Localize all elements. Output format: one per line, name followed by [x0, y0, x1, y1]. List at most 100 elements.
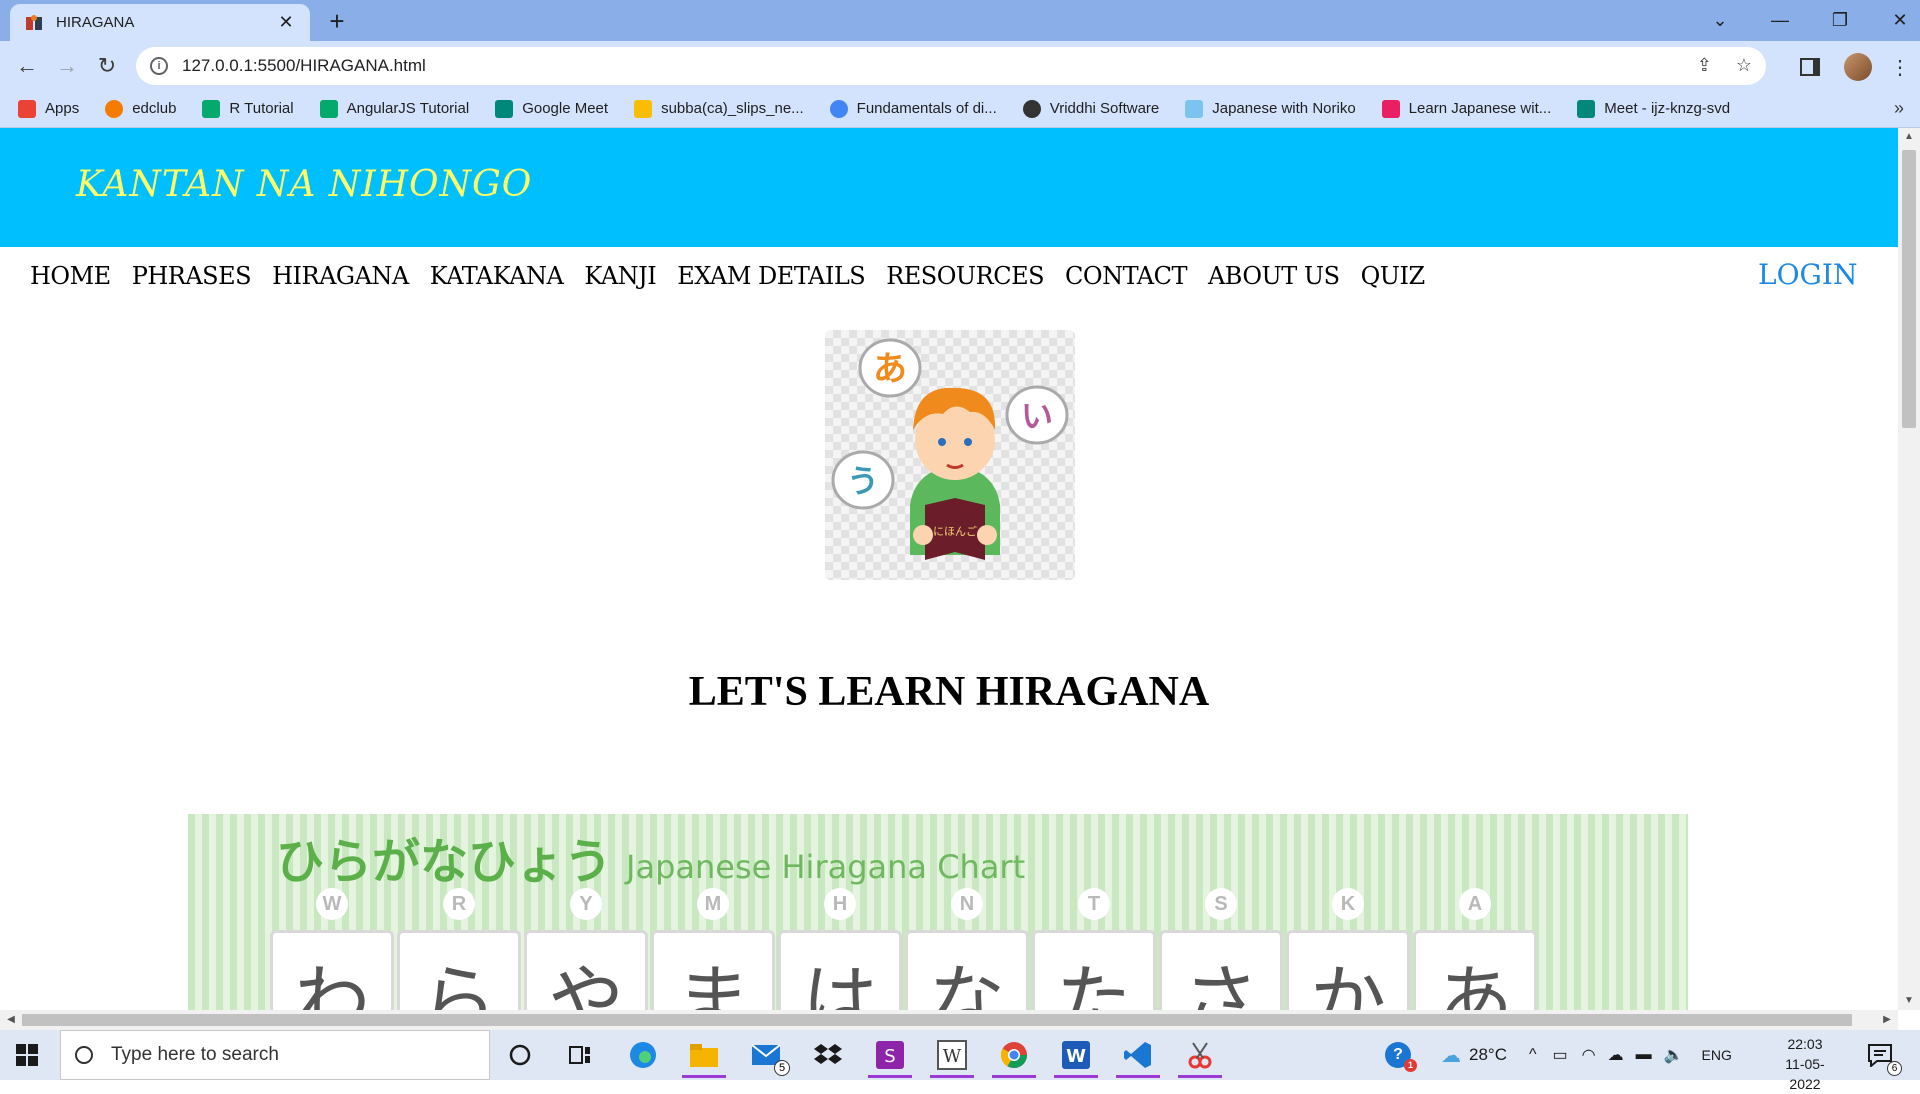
close-window-button[interactable]: ✕ — [1870, 10, 1920, 31]
new-tab-button[interactable]: + — [322, 6, 352, 36]
onenote-style-app-icon[interactable]: S — [868, 1038, 912, 1078]
bookmark-item[interactable]: R Tutorial — [202, 99, 294, 118]
apps-grid-icon — [18, 99, 36, 118]
file-explorer-icon[interactable] — [682, 1038, 726, 1078]
bookmark-item[interactable]: Vriddhi Software — [1022, 99, 1159, 118]
bookmark-label: edclub — [132, 100, 177, 117]
nav-phrases[interactable]: PHRASES — [132, 262, 252, 290]
tab-title: HIRAGANA — [56, 14, 135, 31]
chart-column: Rら — [397, 888, 521, 1010]
chart-kana-cell: か — [1286, 930, 1410, 1010]
bookmark-item[interactable]: Apps — [18, 99, 79, 118]
browser-tab-strip: HIRAGANA ✕ + ⌄ — ❐ ✕ — [0, 0, 1920, 41]
minimize-button[interactable]: — — [1750, 10, 1810, 31]
bookmark-item[interactable]: Fundamentals of di... — [829, 99, 997, 118]
scroll-left-arrow-icon[interactable]: ◀ — [2, 1010, 20, 1030]
bookmark-item[interactable]: Learn Japanese wit... — [1381, 99, 1551, 118]
reload-button[interactable]: ↻ — [92, 51, 122, 81]
word-icon[interactable]: W — [1054, 1038, 1098, 1078]
tab-search-icon[interactable]: ⌄ — [1690, 10, 1750, 31]
speech-bubble-u: う — [831, 450, 895, 510]
address-bar[interactable]: i 127.0.0.1:5500/HIRAGANA.html ⇪ ☆ — [136, 47, 1766, 85]
bookmark-item[interactable]: Google Meet — [495, 99, 608, 118]
bookmark-star-icon[interactable]: ☆ — [1736, 55, 1752, 76]
windows-start-icon[interactable] — [16, 1044, 38, 1066]
mail-icon[interactable]: 5 — [748, 1038, 790, 1076]
meet-now-icon[interactable]: ▭ — [1553, 1045, 1568, 1065]
chart-romaji-label: M — [697, 888, 729, 920]
scroll-down-arrow-icon[interactable]: ▼ — [1898, 992, 1920, 1010]
taskbar-search-box[interactable]: Type here to search — [60, 1030, 490, 1080]
nav-home[interactable]: HOME — [30, 262, 111, 290]
vscode-icon[interactable] — [1116, 1038, 1160, 1078]
close-tab-icon[interactable]: ✕ — [276, 12, 296, 33]
bookmark-label: Japanese with Noriko — [1212, 100, 1356, 117]
site-logo[interactable]: KANTAN NA NIHONGO — [76, 164, 532, 205]
bookmark-item[interactable]: Japanese with Noriko — [1185, 99, 1356, 118]
horizontal-scrollbar[interactable]: ◀ ▶ — [0, 1010, 1898, 1030]
bookmark-item[interactable]: edclub — [105, 99, 177, 118]
bookmark-item[interactable]: Meet - ijz-knzg-svd — [1577, 99, 1730, 118]
task-view-icon[interactable] — [562, 1038, 598, 1072]
chart-title-jp: ひらがなひょう — [276, 836, 613, 889]
dropbox-icon[interactable] — [810, 1038, 846, 1072]
browser-toolbar: ← → ↻ i 127.0.0.1:5500/HIRAGANA.html ⇪ ☆… — [0, 41, 1920, 90]
scroll-up-arrow-icon[interactable]: ▲ — [1898, 128, 1920, 146]
language-indicator[interactable]: ENG — [1702, 1047, 1732, 1063]
side-panel-icon[interactable] — [1800, 58, 1820, 76]
site-header: KANTAN NA NIHONGO — [0, 128, 1898, 247]
onedrive-icon[interactable]: ☁ — [1608, 1045, 1624, 1065]
nav-hiragana[interactable]: HIRAGANA — [272, 262, 409, 290]
menu-kebab-icon[interactable]: ⋮ — [1890, 55, 1910, 80]
back-button[interactable]: ← — [12, 51, 42, 81]
forward-button[interactable]: → — [52, 51, 82, 81]
show-hidden-icons-chevron-icon[interactable]: ^ — [1529, 1046, 1537, 1064]
notification-center-icon[interactable]: 6 — [1862, 1038, 1902, 1076]
bubble-text-a: あ — [873, 349, 907, 389]
edge-browser-icon[interactable] — [625, 1038, 661, 1072]
nav-contact[interactable]: CONTACT — [1065, 262, 1187, 290]
svg-text:S: S — [884, 1046, 895, 1067]
weather-temp[interactable]: 28°C — [1469, 1045, 1507, 1065]
horizontal-scroll-thumb[interactable] — [22, 1014, 1852, 1026]
nav-katakana[interactable]: KATAKANA — [430, 262, 564, 290]
nav-about-us[interactable]: ABOUT US — [1208, 262, 1340, 290]
site-info-icon[interactable]: i — [150, 57, 168, 75]
w3schools-icon — [202, 99, 221, 118]
profile-avatar[interactable] — [1844, 53, 1872, 81]
bubble-text-i: い — [1021, 397, 1053, 435]
login-link[interactable]: LOGIN — [1758, 258, 1857, 291]
restore-button[interactable]: ❐ — [1810, 10, 1870, 31]
snipping-tool-icon[interactable] — [1178, 1038, 1222, 1078]
chrome-icon[interactable] — [992, 1038, 1036, 1078]
url-text[interactable]: 127.0.0.1:5500/HIRAGANA.html — [182, 56, 426, 76]
chart-romaji-label: H — [824, 888, 856, 920]
chart-kana-cell: た — [1032, 930, 1156, 1010]
vertical-scroll-thumb[interactable] — [1902, 150, 1916, 428]
cortana-icon[interactable] — [502, 1038, 538, 1072]
share-icon[interactable]: ⇪ — [1697, 55, 1712, 76]
bookmarks-overflow-icon[interactable]: » — [1894, 98, 1904, 119]
battery-icon[interactable]: ▬ — [1636, 1046, 1652, 1064]
vertical-scrollbar[interactable]: ▲ ▼ — [1898, 128, 1920, 1010]
nav-quiz[interactable]: QUIZ — [1361, 262, 1426, 290]
scroll-right-arrow-icon[interactable]: ▶ — [1878, 1010, 1896, 1030]
help-badge: 1 — [1404, 1059, 1417, 1072]
chart-column: Sさ — [1159, 888, 1283, 1010]
page-viewport: KANTAN NA NIHONGO HOME PHRASES HIRAGANA KAT… — [0, 128, 1898, 1010]
bookmark-item[interactable]: AngularJS Tutorial — [319, 99, 469, 118]
nav-exam-details[interactable]: EXAM DETAILS — [677, 262, 865, 290]
volume-icon[interactable]: 🔈 — [1664, 1045, 1684, 1065]
network-wifi-icon[interactable]: ◠ — [1582, 1045, 1596, 1065]
nav-kanji[interactable]: KANJI — [584, 262, 656, 290]
chart-column: Wわ — [270, 888, 394, 1010]
tab-hiragana[interactable]: HIRAGANA ✕ — [10, 4, 310, 41]
help-icon[interactable]: ? 1 — [1385, 1042, 1417, 1072]
system-clock[interactable]: 22:03 11-05-2022 — [1770, 1034, 1840, 1094]
wikipedia-app-icon[interactable]: W — [930, 1038, 974, 1078]
google-icon — [829, 99, 848, 118]
bookmark-item[interactable]: subba(ca)_slips_ne... — [634, 99, 804, 118]
weather-cloud-icon[interactable]: ☁ — [1441, 1043, 1461, 1068]
bookmark-label: R Tutorial — [229, 100, 294, 117]
nav-resources[interactable]: RESOURCES — [886, 262, 1044, 290]
